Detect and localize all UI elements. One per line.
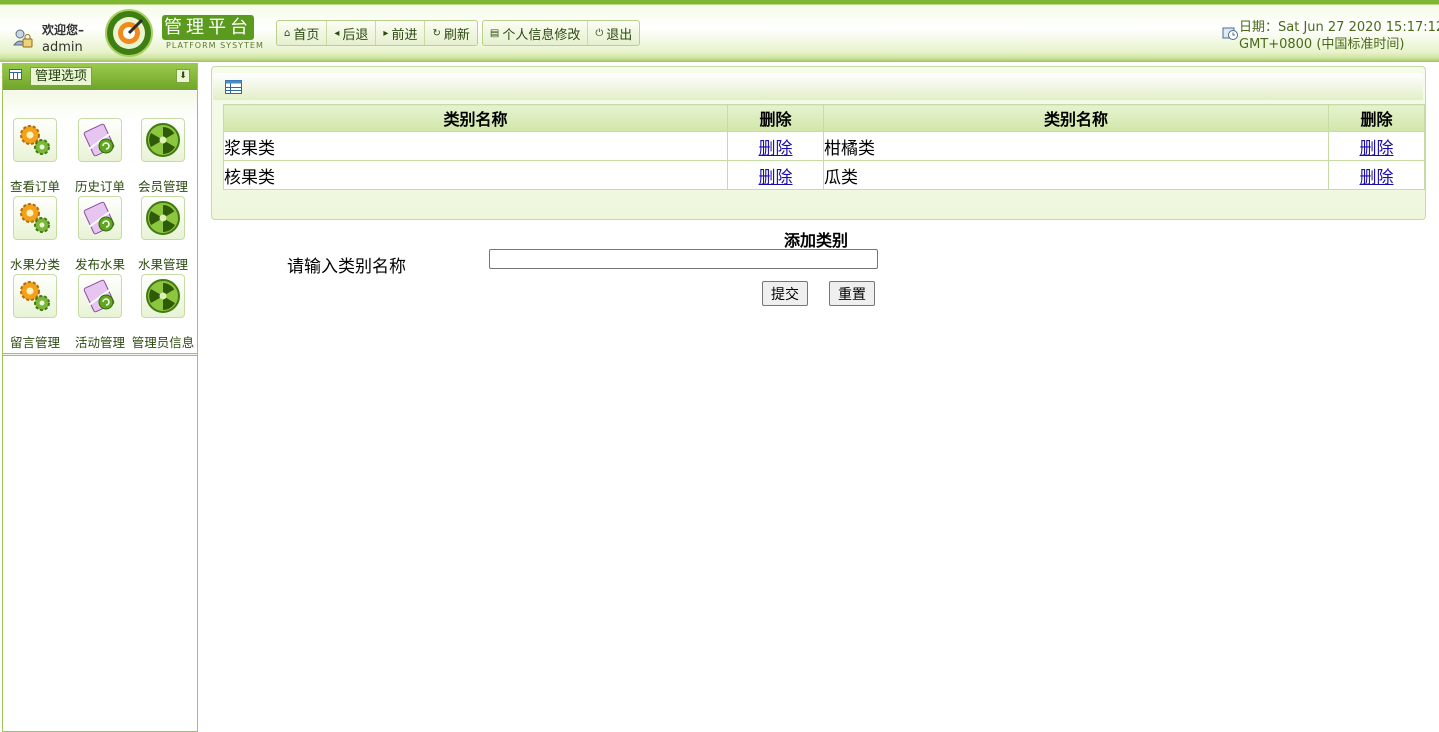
back-button[interactable]: ◂ 后退 <box>327 21 377 45</box>
sidebar-title: 管理选项 <box>30 67 93 86</box>
sidebar-item[interactable]: 查看订单 <box>3 118 67 195</box>
power-icon: ⏻ <box>595 27 604 39</box>
sidebar-item[interactable]: 活动管理 <box>68 274 132 351</box>
sidebar-header: 管理选项 ⬇ <box>3 63 197 90</box>
add-category-title: 添加类别 <box>784 231 849 250</box>
category-name-label: 请输入类别名称 <box>287 257 406 277</box>
date-line-2: GMT+0800 (中国标准时间) <box>1239 37 1405 52</box>
sidebar-item[interactable]: 会员管理 <box>131 118 195 195</box>
profile-icon: ▤ <box>489 27 500 39</box>
column-header-name-2: 类别名称 <box>823 104 1329 132</box>
sidebar-item-label: 管理员信息 <box>131 335 195 350</box>
nav-button-group: ⌂ 首页 ◂ 后退 ▸ 前进 ↻ 刷新 <box>276 20 478 46</box>
sidebar-item[interactable]: 水果管理 <box>131 196 195 273</box>
notepad-icon <box>78 118 122 162</box>
forward-icon: ▸ <box>383 27 389 39</box>
logout-button[interactable]: ⏻ 退出 <box>588 21 639 45</box>
sidebar-item[interactable]: 水果分类 <box>3 196 67 273</box>
sidebar-item-label: 留言管理 <box>9 335 60 350</box>
gears-icon <box>13 274 57 318</box>
panel-header <box>213 73 1423 100</box>
delete-link[interactable]: 删除 <box>759 139 793 159</box>
sidebar-item[interactable]: 发布水果 <box>68 196 132 273</box>
refresh-icon: ↻ <box>432 27 441 39</box>
delete-link[interactable]: 删除 <box>759 168 793 188</box>
category-panel: 类别名称 删除 类别名称 删除 浆果类 删除 柑橘类 删除 核果类 删除 瓜类 … <box>211 66 1426 220</box>
table-row: 核果类 删除 瓜类 删除 <box>223 160 1425 190</box>
submit-button[interactable]: 提交 <box>762 281 808 306</box>
user-icon <box>12 29 33 48</box>
table-row: 浆果类 删除 柑橘类 删除 <box>223 131 1425 161</box>
account-button-group: ▤ 个人信息修改 ⏻ 退出 <box>481 20 641 46</box>
edit-profile-label: 个人信息修改 <box>502 27 581 43</box>
sidebar: 管理选项 ⬇ 查看订单 历史订单 会员管理 水果分类 发布水果 水果管理 留言管理 活动管理管… <box>2 63 198 732</box>
gears-icon <box>13 118 57 162</box>
logo-title: 管理平台 <box>162 15 254 40</box>
toolbar: ⌂ 首页 ◂ 后退 ▸ 前进 ↻ 刷新 ▤ 个人信息修改 ⏻ 退出 <box>276 20 644 46</box>
sidebar-item-label: 会员管理 <box>137 179 188 194</box>
radiation-icon <box>141 274 185 318</box>
category-name: 瓜类 <box>823 160 1329 190</box>
sidebar-item-label: 活动管理 <box>74 335 125 350</box>
logout-label: 退出 <box>606 27 633 43</box>
table-icon <box>225 80 242 94</box>
category-name-input[interactable] <box>489 249 878 269</box>
refresh-label: 刷新 <box>443 27 470 43</box>
category-name: 核果类 <box>223 160 728 190</box>
delete-cell: 删除 <box>727 160 824 190</box>
home-button[interactable]: ⌂ 首页 <box>277 21 328 45</box>
logo-icon <box>105 9 153 57</box>
category-name: 柑橘类 <box>823 131 1329 161</box>
delete-cell: 删除 <box>727 131 824 161</box>
logo-subtitle: PLATFORM SYSYTEM <box>166 41 264 50</box>
gears-icon <box>13 196 57 240</box>
sidebar-item[interactable]: 管理员信息 <box>131 274 195 351</box>
sidebar-item-label: 历史订单 <box>74 179 125 194</box>
sidebar-menu: 查看订单 历史订单 会员管理水果分类 发布水果 水果管理留言管理 活动管理 管理员信息 <box>3 91 197 356</box>
top-bar: 欢迎您– admin 管理平台 PLATFORM SYSYTEM ⌂ 首页 ◂ 后退… <box>0 0 1439 62</box>
notepad-icon <box>78 274 122 318</box>
delete-link[interactable]: 删除 <box>1360 168 1394 188</box>
column-header-delete-1: 删除 <box>727 104 824 132</box>
clock-icon <box>1222 27 1238 40</box>
sidebar-item[interactable]: 留言管理 <box>3 274 67 351</box>
username: admin <box>42 40 83 55</box>
delete-cell: 删除 <box>1328 131 1425 161</box>
column-header-name-1: 类别名称 <box>223 104 728 132</box>
refresh-button[interactable]: ↻ 刷新 <box>425 21 476 45</box>
column-header-delete-2: 删除 <box>1328 104 1425 132</box>
sidebar-item-label: 水果分类 <box>9 257 60 272</box>
home-label: 首页 <box>293 27 320 43</box>
notepad-icon <box>78 196 122 240</box>
table-header-row: 类别名称 删除 类别名称 删除 <box>223 104 1425 132</box>
category-name: 浆果类 <box>223 131 728 161</box>
delete-cell: 删除 <box>1328 160 1425 190</box>
radiation-icon <box>141 118 185 162</box>
sidebar-item[interactable]: 历史订单 <box>68 118 132 195</box>
collapse-icon[interactable]: ⬇ <box>176 69 190 83</box>
welcome-area: 欢迎您– admin <box>6 16 98 58</box>
back-icon: ◂ <box>334 27 340 39</box>
forward-label: 前进 <box>391 27 418 43</box>
sidebar-item-label: 查看订单 <box>9 179 60 194</box>
radiation-icon <box>141 196 185 240</box>
sidebar-item-label: 水果管理 <box>137 257 188 272</box>
welcome-text: 欢迎您– <box>42 23 85 37</box>
table-icon <box>9 69 22 80</box>
reset-button[interactable]: 重置 <box>829 281 875 306</box>
edit-profile-button[interactable]: ▤ 个人信息修改 <box>483 21 589 45</box>
delete-link[interactable]: 删除 <box>1360 139 1394 159</box>
category-table: 类别名称 删除 类别名称 删除 浆果类 删除 柑橘类 删除 核果类 删除 瓜类 … <box>223 104 1425 190</box>
back-label: 后退 <box>342 27 369 43</box>
sidebar-item-label: 发布水果 <box>74 257 125 272</box>
forward-button[interactable]: ▸ 前进 <box>376 21 426 45</box>
home-icon: ⌂ <box>284 27 291 39</box>
